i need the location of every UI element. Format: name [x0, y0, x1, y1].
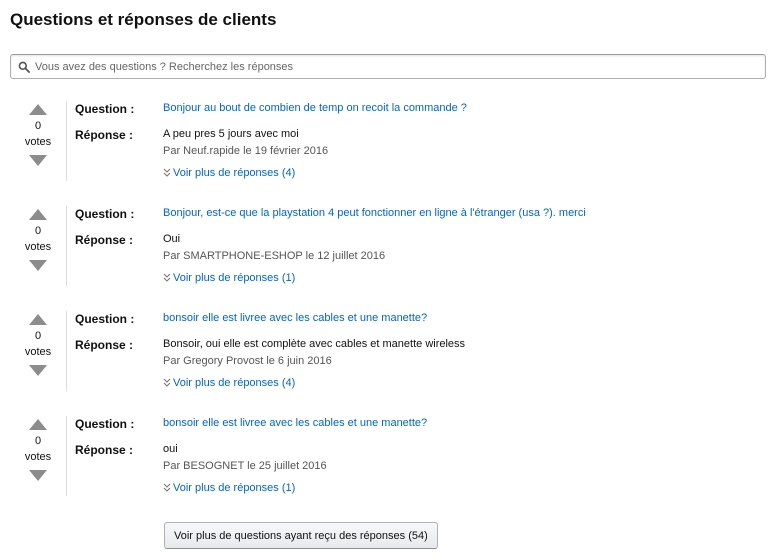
- vote-count: 0: [34, 225, 42, 237]
- question-link[interactable]: Bonjour au bout de combien de temp on re…: [163, 102, 467, 114]
- more-questions-button[interactable]: Voir plus de questions ayant reçu des ré…: [164, 522, 438, 549]
- see-more-answers-label: Voir plus de réponses (1): [173, 272, 296, 284]
- qa-item: 0 votes Question : bonsoir elle est livr…: [0, 311, 768, 406]
- answer-label: Réponse :: [75, 443, 134, 457]
- votes-label: votes: [24, 346, 52, 358]
- vote-up-icon[interactable]: [29, 314, 47, 325]
- see-more-answers-link[interactable]: Voir plus de réponses (4): [163, 377, 295, 389]
- votes-label: votes: [24, 241, 52, 253]
- question-link[interactable]: bonsoir elle est livree avec les cables …: [163, 417, 427, 429]
- double-chevron-down-icon: [163, 483, 171, 492]
- search-input[interactable]: [35, 57, 755, 76]
- double-chevron-down-icon: [163, 273, 171, 282]
- vote-widget: 0 votes: [18, 416, 58, 496]
- answer-text: Oui: [163, 233, 181, 245]
- double-chevron-down-icon: [163, 378, 171, 387]
- divider: [66, 416, 67, 496]
- vote-widget: 0 votes: [18, 101, 58, 181]
- question-link[interactable]: Bonjour, est-ce que la playstation 4 peu…: [163, 207, 586, 219]
- vote-count: 0: [34, 435, 42, 447]
- vote-widget: 0 votes: [18, 311, 58, 391]
- vote-down-icon[interactable]: [29, 155, 47, 166]
- vote-widget: 0 votes: [18, 206, 58, 286]
- votes-label: votes: [24, 451, 52, 463]
- vote-count: 0: [34, 330, 42, 342]
- see-more-answers-label: Voir plus de réponses (4): [173, 377, 296, 389]
- answer-meta: Par Gregory Provost le 6 juin 2016: [163, 355, 332, 367]
- divider: [66, 101, 67, 181]
- votes-label: votes: [24, 136, 52, 148]
- vote-up-icon[interactable]: [29, 209, 47, 220]
- search-box[interactable]: [10, 54, 766, 79]
- question-label: Question :: [75, 207, 135, 221]
- question-label: Question :: [75, 417, 135, 431]
- see-more-answers-link[interactable]: Voir plus de réponses (4): [163, 167, 295, 179]
- question-link[interactable]: bonsoir elle est livree avec les cables …: [163, 312, 427, 324]
- answer-label: Réponse :: [75, 128, 134, 142]
- qa-item: 0 votes Question : Bonjour, est-ce que l…: [0, 206, 768, 301]
- vote-down-icon[interactable]: [29, 470, 47, 481]
- see-more-answers-link[interactable]: Voir plus de réponses (1): [163, 272, 295, 284]
- vote-up-icon[interactable]: [29, 104, 47, 115]
- vote-down-icon[interactable]: [29, 365, 47, 376]
- vote-count: 0: [34, 120, 42, 132]
- answer-meta: Par SMARTPHONE-ESHOP le 12 juillet 2016: [163, 250, 386, 262]
- answer-label: Réponse :: [75, 338, 134, 352]
- see-more-answers-link[interactable]: Voir plus de réponses (1): [163, 482, 295, 494]
- answer-text: oui: [163, 443, 178, 455]
- answer-text: Bonsoir, oui elle est complète avec cabl…: [163, 338, 466, 350]
- see-more-answers-label: Voir plus de réponses (4): [173, 167, 296, 179]
- divider: [66, 206, 67, 286]
- vote-down-icon[interactable]: [29, 260, 47, 271]
- question-label: Question :: [75, 102, 135, 116]
- divider: [66, 311, 67, 391]
- qa-item: 0 votes Question : Bonjour au bout de co…: [0, 101, 768, 196]
- see-more-answers-label: Voir plus de réponses (1): [173, 482, 296, 494]
- qa-item: 0 votes Question : bonsoir elle est livr…: [0, 416, 768, 511]
- page-title: Questions et réponses de clients: [10, 10, 277, 29]
- question-label: Question :: [75, 312, 135, 326]
- vote-up-icon[interactable]: [29, 419, 47, 430]
- double-chevron-down-icon: [163, 168, 171, 177]
- answer-label: Réponse :: [75, 233, 134, 247]
- answer-meta: Par BESOGNET le 25 juillet 2016: [163, 460, 327, 472]
- answer-text: A peu pres 5 jours avec moi: [163, 128, 299, 140]
- search-icon: [18, 61, 30, 73]
- answer-meta: Par Neuf.rapide le 19 février 2016: [163, 145, 329, 157]
